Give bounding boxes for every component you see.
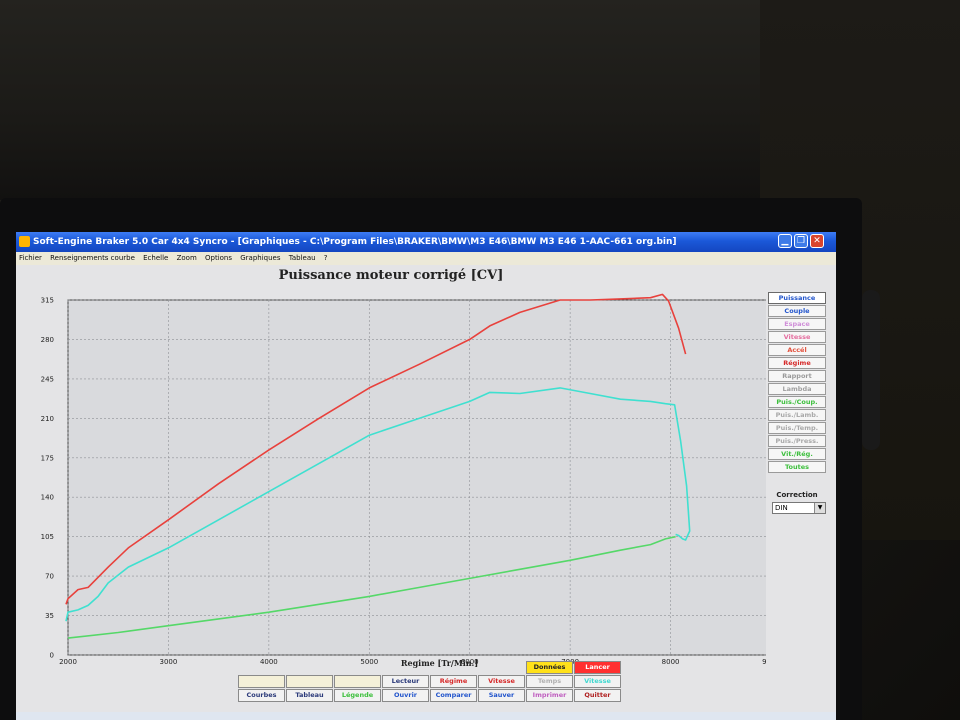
side-button-puissance[interactable]: Puissance xyxy=(768,292,826,304)
row2-button-vitesse[interactable]: Vitesse xyxy=(574,675,621,688)
menu-fichier[interactable]: Fichier xyxy=(16,252,45,265)
row2-button-vitesse[interactable]: Vitesse xyxy=(478,675,525,688)
row2-button-r-gime[interactable]: Régime xyxy=(430,675,477,688)
maximize-button[interactable]: ❐ xyxy=(794,234,808,248)
bottom-button-grid: Données Lancer Lecteur Régime Vitesse Temps V… xyxy=(238,661,624,703)
row3-button-comparer[interactable]: Comparer xyxy=(430,689,477,702)
correction-select[interactable]: DIN ▼ xyxy=(772,502,826,514)
window-title: Soft-Engine Braker 5.0 Car 4x4 Syncro - … xyxy=(33,237,677,247)
side-button-puis-temp[interactable]: Puis./Temp. xyxy=(768,422,826,434)
menu-zoom[interactable]: Zoom xyxy=(174,252,200,265)
side-button-vit-r-g[interactable]: Vit./Rég. xyxy=(768,448,826,460)
menu-bar: Fichier Renseignements courbe Echelle Zo… xyxy=(16,252,836,265)
side-button-lambda[interactable]: Lambda xyxy=(768,383,826,395)
correction-value: DIN xyxy=(775,504,788,512)
row2-button-blank-2[interactable] xyxy=(334,675,381,688)
monitor-screen: Soft-Engine Braker 5.0 Car 4x4 Syncro - … xyxy=(16,232,836,720)
x-tick-label: 2000 xyxy=(59,658,77,666)
row2-button-lecteur[interactable]: Lecteur xyxy=(382,675,429,688)
side-button-espace[interactable]: Espace xyxy=(768,318,826,330)
side-button-toutes[interactable]: Toutes xyxy=(768,461,826,473)
x-tick-label: 8000 xyxy=(662,658,680,666)
menu-options[interactable]: Options xyxy=(202,252,235,265)
y-tick-label: 315 xyxy=(41,297,54,305)
side-button-vitesse[interactable]: Vitesse xyxy=(768,331,826,343)
app-icon xyxy=(19,236,30,247)
background-shelf xyxy=(0,0,760,200)
close-button[interactable]: ✕ xyxy=(810,234,824,248)
button-row-2: Lecteur Régime Vitesse Temps Vitesse xyxy=(238,675,624,689)
row1-button-lancer[interactable]: Lancer xyxy=(574,661,621,674)
row3-button-ouvrir[interactable]: Ouvrir xyxy=(382,689,429,702)
monitor-cable xyxy=(862,290,880,450)
minimize-button[interactable]: ▁ xyxy=(778,234,792,248)
y-tick-label: 105 xyxy=(41,533,54,541)
menu-echelle[interactable]: Echelle xyxy=(140,252,171,265)
side-button-rapport[interactable]: Rapport xyxy=(768,370,826,382)
y-tick-label: 175 xyxy=(41,454,54,462)
row2-button-temps[interactable]: Temps xyxy=(526,675,573,688)
side-button-puis-coup[interactable]: Puis./Coup. xyxy=(768,396,826,408)
y-tick-label: 140 xyxy=(41,494,54,502)
row3-button-tableau[interactable]: Tableau xyxy=(286,689,333,702)
row1-button-donn-es[interactable]: Données xyxy=(526,661,573,674)
row3-button-sauver[interactable]: Sauver xyxy=(478,689,525,702)
y-tick-label: 35 xyxy=(45,612,54,620)
y-tick-label: 0 xyxy=(50,652,54,660)
menu-graphiques[interactable]: Graphiques xyxy=(237,252,283,265)
menu-renseignements-courbe[interactable]: Renseignements courbe xyxy=(47,252,138,265)
window-titlebar[interactable]: Soft-Engine Braker 5.0 Car 4x4 Syncro - … xyxy=(16,232,836,252)
row3-button-l-gende[interactable]: Légende xyxy=(334,689,381,702)
chevron-down-icon[interactable]: ▼ xyxy=(814,503,825,513)
row3-button-imprimer[interactable]: Imprimer xyxy=(526,689,573,702)
x-tick-label: 3000 xyxy=(160,658,178,666)
side-button-puis-press[interactable]: Puis./Press. xyxy=(768,435,826,447)
y-tick-label: 280 xyxy=(41,336,54,344)
y-tick-label: 210 xyxy=(41,415,54,423)
row2-button-blank-0[interactable] xyxy=(238,675,285,688)
y-tick-label: 245 xyxy=(41,375,54,383)
button-row-1: Données Lancer xyxy=(238,661,624,675)
y-tick-label: 70 xyxy=(45,573,54,581)
row3-button-quitter[interactable]: Quitter xyxy=(574,689,621,702)
side-button-puis-lamb[interactable]: Puis./Lamb. xyxy=(768,409,826,421)
row2-button-blank-1[interactable] xyxy=(286,675,333,688)
row3-button-courbes[interactable]: Courbes xyxy=(238,689,285,702)
menu-help[interactable]: ? xyxy=(321,252,331,265)
power-chart: 2000300040005000600070008000900003570105… xyxy=(41,293,766,668)
screen-bottom-edge xyxy=(16,712,836,720)
x-tick-label: 9000 xyxy=(762,658,766,666)
side-button-r-gime[interactable]: Régime xyxy=(768,357,826,369)
side-button-acc-l[interactable]: Accél xyxy=(768,344,826,356)
menu-tableau[interactable]: Tableau xyxy=(286,252,319,265)
curve-selector-panel: Puissance Couple Espace Vitesse Accél Régime R… xyxy=(768,292,826,474)
button-row-3: Courbes Tableau Légende Ouvrir Comparer Sauve… xyxy=(238,689,624,703)
side-button-couple[interactable]: Couple xyxy=(768,305,826,317)
graph-workarea: Puissance moteur corrigé [CV] 2000 3000 40… xyxy=(16,265,836,720)
correction-label: Correction xyxy=(776,491,818,499)
plot-area xyxy=(67,299,766,656)
